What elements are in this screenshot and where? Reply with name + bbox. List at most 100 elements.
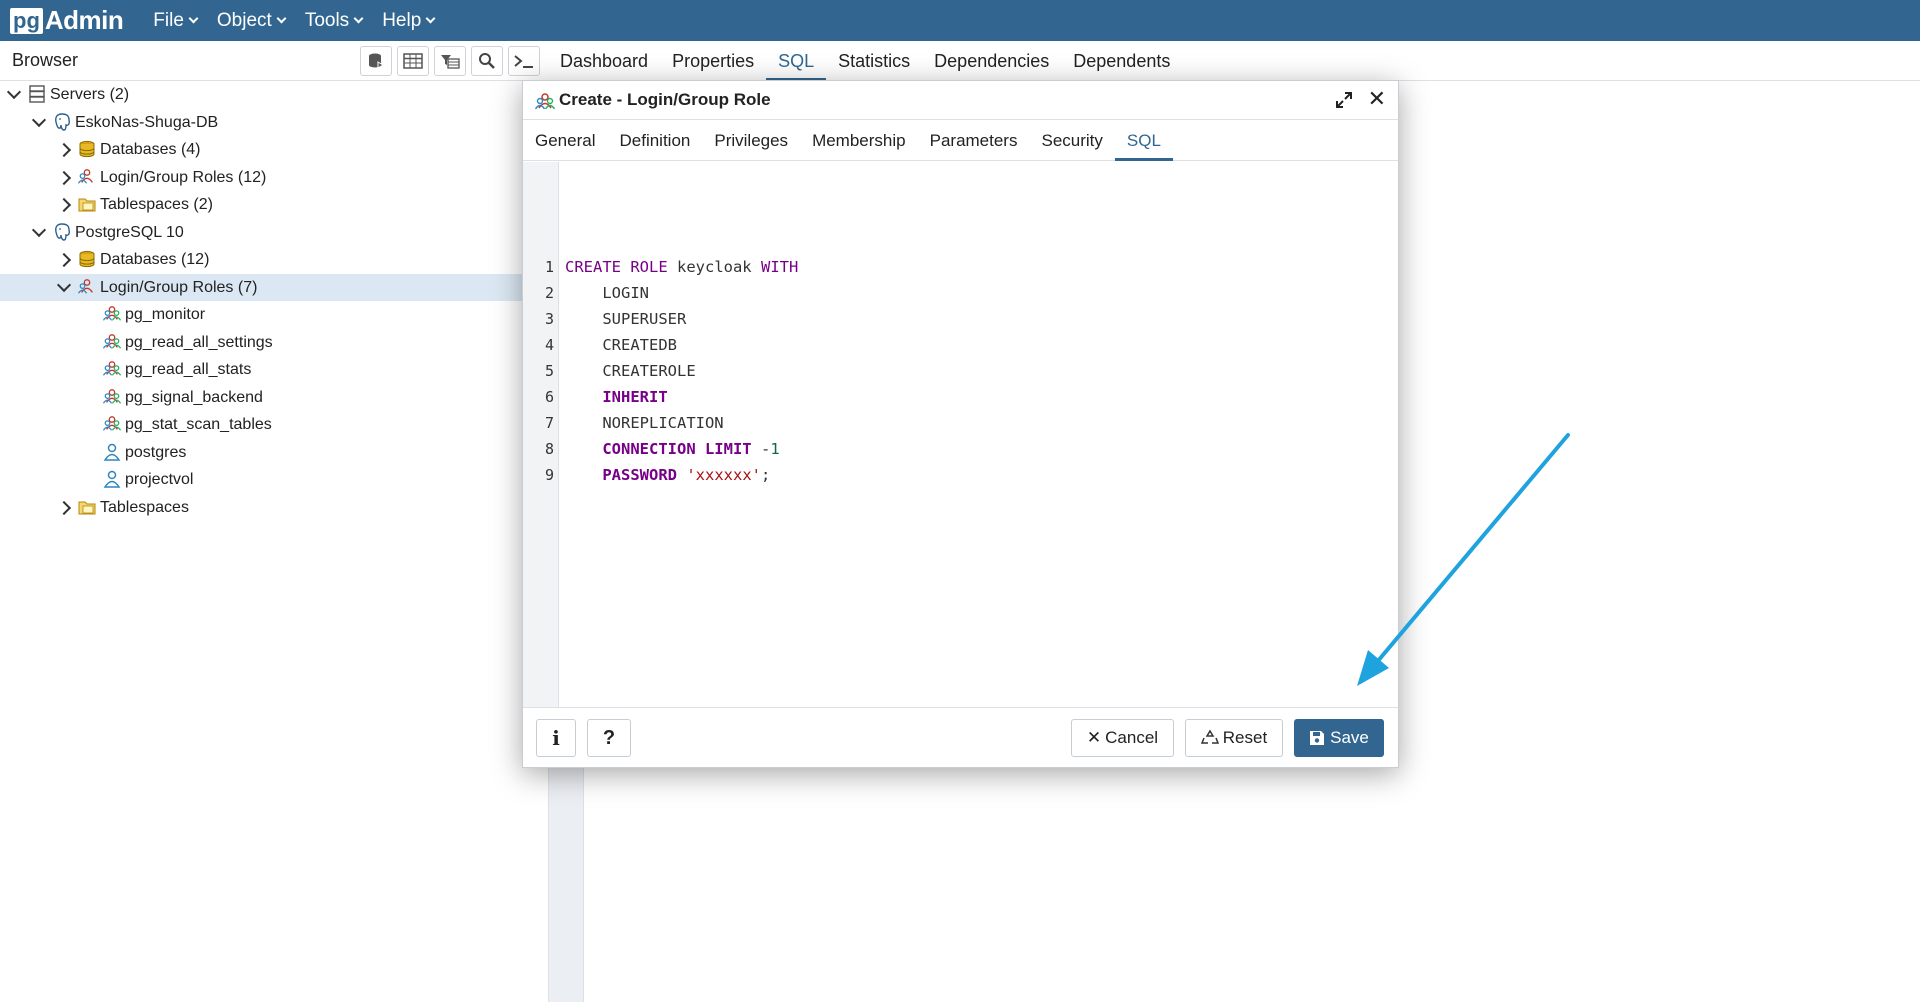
line-number: 2: [544, 284, 554, 302]
search-objects-button[interactable]: [471, 46, 503, 76]
sql-line[interactable]: NOREPLICATION: [565, 414, 723, 432]
tree-node[interactable]: pg_read_all_settings: [0, 329, 522, 356]
sql-token: keycloak: [667, 258, 761, 276]
tree-node-label: pg_read_all_settings: [125, 333, 273, 351]
menu-object[interactable]: Object: [217, 10, 287, 32]
tree-node[interactable]: pg_signal_backend: [0, 384, 522, 411]
sql-line[interactable]: SUPERUSER: [565, 310, 686, 328]
tree-node[interactable]: Servers (2): [0, 81, 522, 108]
tree-node-label: Tablespaces: [100, 498, 189, 516]
dialog-tab-privileges[interactable]: Privileges: [702, 121, 800, 161]
tree-node-label: Login/Group Roles (7): [100, 278, 258, 296]
roles-icon: [77, 168, 96, 186]
psql-tool-button[interactable]: [508, 46, 540, 76]
maximize-icon[interactable]: [1334, 90, 1354, 110]
menu-help[interactable]: Help: [382, 9, 436, 32]
save-label: Save: [1330, 728, 1369, 747]
postgres-server-icon: [53, 223, 71, 241]
table-icon: [403, 53, 423, 69]
line-number: 1: [544, 258, 554, 276]
filtered-rows-button[interactable]: [434, 46, 466, 76]
tree-node-label: PostgreSQL 10: [75, 223, 184, 241]
chevron-down-icon[interactable]: [31, 112, 47, 128]
sql-line[interactable]: CREATEDB: [565, 336, 677, 354]
chevron-right-icon[interactable]: [56, 500, 72, 515]
dialog-tab-security[interactable]: Security: [1029, 121, 1114, 161]
chevron-down-icon[interactable]: [56, 277, 72, 293]
menu-file[interactable]: File: [153, 9, 199, 32]
tree-node-label: Login/Group Roles (12): [100, 168, 267, 186]
servers-icon: [28, 85, 46, 103]
pgadmin-logo[interactable]: pg Admin: [10, 0, 124, 41]
menu-file-label: File: [153, 9, 184, 31]
tree-node-label: Databases (4): [100, 140, 201, 158]
tab-sql[interactable]: SQL: [766, 41, 827, 81]
sql-line[interactable]: INHERIT: [565, 388, 668, 406]
tab-dependents[interactable]: Dependents: [1061, 41, 1182, 81]
main-menu: File Object Tools Help: [153, 10, 454, 32]
dialog-tab-sql[interactable]: SQL: [1114, 121, 1173, 161]
chevron-down-icon[interactable]: [31, 222, 47, 238]
tree-node[interactable]: Databases (4): [0, 136, 522, 163]
dialog-tab-membership[interactable]: Membership: [800, 121, 918, 161]
tree-node-label: pg_read_all_stats: [125, 360, 252, 378]
tree-node[interactable]: Tablespaces: [0, 494, 522, 521]
chevron-right-icon[interactable]: [56, 170, 72, 185]
tab-properties[interactable]: Properties: [660, 41, 766, 81]
tree-node[interactable]: postgres: [0, 439, 522, 466]
tree-node[interactable]: projectvol: [0, 466, 522, 493]
tree-node[interactable]: Tablespaces (2): [0, 191, 522, 218]
save-button[interactable]: Save: [1294, 719, 1384, 757]
chevron-right-icon[interactable]: [56, 142, 72, 157]
tree-node[interactable]: pg_stat_scan_tables: [0, 411, 522, 438]
dialog-tab-definition[interactable]: Definition: [607, 121, 702, 161]
reset-button[interactable]: Reset: [1185, 719, 1283, 757]
dialog-tab-parameters[interactable]: Parameters: [918, 121, 1030, 161]
dialog-header[interactable]: Create - Login/Group Role ✕: [523, 81, 1398, 120]
view-data-button[interactable]: [397, 46, 429, 76]
tab-dependencies[interactable]: Dependencies: [922, 41, 1061, 81]
chevron-right-icon[interactable]: [56, 197, 72, 212]
tablespaces-icon: [78, 195, 96, 213]
sql-line[interactable]: CREATE ROLE keycloak WITH: [565, 258, 798, 276]
sql-line[interactable]: PASSWORD 'xxxxxx';: [565, 466, 770, 484]
menu-help-label: Help: [382, 9, 422, 31]
tree-node[interactable]: Databases (12): [0, 246, 522, 273]
line-number: 4: [544, 336, 554, 354]
tree-node[interactable]: Login/Group Roles (7): [0, 274, 522, 301]
info-button[interactable]: i: [536, 719, 576, 757]
tab-statistics[interactable]: Statistics: [826, 41, 922, 81]
databases-icon: [78, 140, 96, 158]
sql-line[interactable]: CONNECTION LIMIT -1: [565, 440, 779, 458]
tree-node[interactable]: EskoNas-Shuga-DB: [0, 109, 522, 136]
cancel-button[interactable]: ✕ Cancel: [1071, 719, 1174, 757]
close-icon[interactable]: ✕: [1368, 88, 1386, 110]
help-button[interactable]: ?: [587, 719, 631, 757]
tree-node[interactable]: pg_monitor: [0, 301, 522, 328]
tablespaces-icon: [78, 498, 96, 516]
chevron-down-icon[interactable]: [6, 84, 22, 100]
menu-tools-label: Tools: [304, 9, 350, 31]
browser-title: Browser: [12, 50, 79, 70]
dialog-tab-general[interactable]: General: [523, 121, 607, 161]
cancel-label: Cancel: [1105, 728, 1159, 747]
tree-node-label: EskoNas-Shuga-DB: [75, 113, 219, 131]
sql-editor[interactable]: 1 2 3 4 5 6 7 8 9 CREATE ROLE keycloak WITH LOGI…: [523, 162, 1398, 708]
dialog-footer: i ? ✕ Cancel Reset Save: [523, 707, 1398, 767]
sql-line[interactable]: LOGIN: [565, 284, 649, 302]
chevron-right-icon[interactable]: [56, 252, 72, 267]
line-number-gutter: 1 2 3 4 5 6 7 8 9: [523, 162, 559, 708]
top-navbar: pg Admin File Object Tools Help: [0, 0, 1920, 41]
group-role-icon: [102, 333, 122, 351]
sql-token: CREATEROLE: [565, 362, 696, 380]
sql-token: LOGIN: [565, 284, 649, 302]
menu-tools[interactable]: Tools: [304, 9, 364, 32]
tree-node[interactable]: PostgreSQL 10: [0, 219, 522, 246]
sql-line[interactable]: CREATEROLE: [565, 362, 696, 380]
tree-node[interactable]: pg_read_all_stats: [0, 356, 522, 383]
tab-dashboard[interactable]: Dashboard: [548, 41, 660, 81]
query-tool-button[interactable]: [360, 46, 392, 76]
tree-node[interactable]: Login/Group Roles (12): [0, 164, 522, 191]
sql-token: ;: [760, 466, 771, 484]
sql-token: INHERIT: [602, 388, 668, 406]
